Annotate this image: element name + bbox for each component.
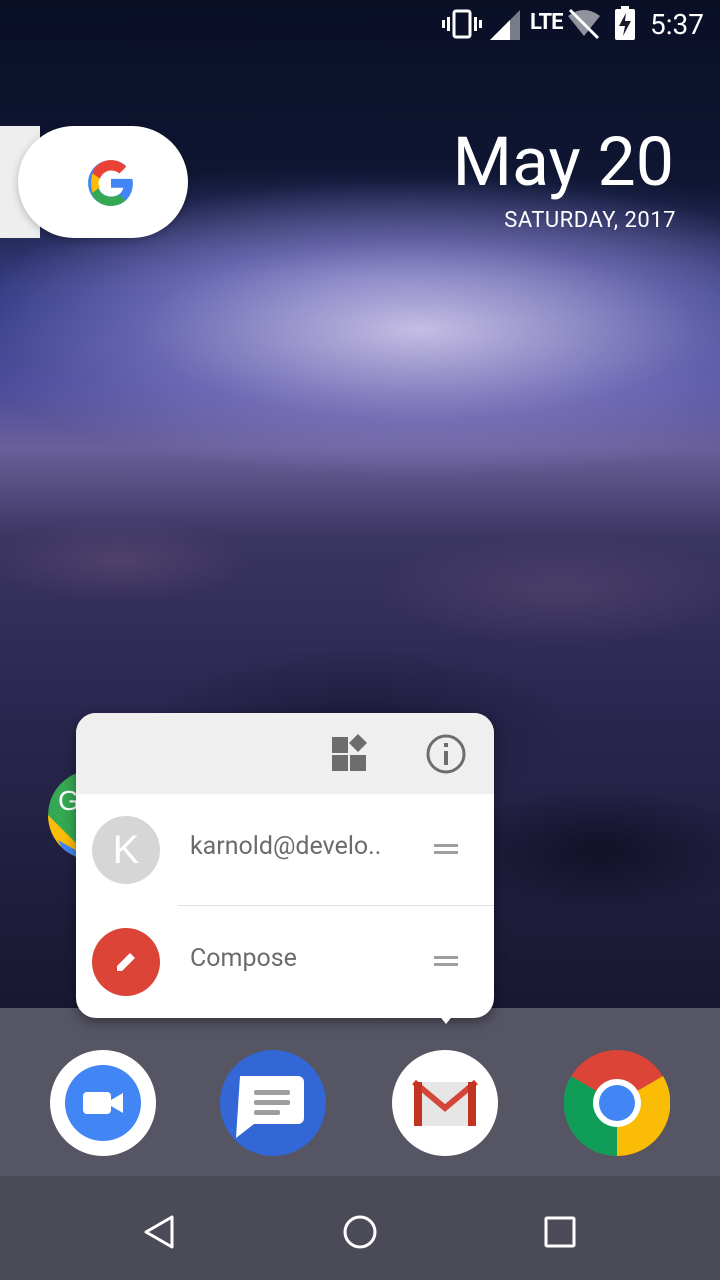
drag-handle-icon[interactable] xyxy=(434,956,458,966)
home-icon[interactable] xyxy=(332,1204,388,1260)
app-info-icon[interactable] xyxy=(425,733,467,779)
vibrate-icon xyxy=(442,8,482,44)
network-type: LTE xyxy=(530,10,563,35)
google-g-icon xyxy=(86,158,136,208)
gmail-icon[interactable] xyxy=(392,1050,498,1156)
pencil-icon xyxy=(92,928,160,996)
shortcut-label: Compose xyxy=(190,944,297,973)
account-avatar-icon: K xyxy=(92,816,160,884)
popup-pointer xyxy=(438,1014,454,1024)
day-label: SATURDAY, 2017 xyxy=(504,208,676,233)
wifi-off-icon xyxy=(566,8,602,44)
shortcut-label: karnold@develo.. xyxy=(190,832,382,861)
avatar-letter: K xyxy=(112,827,140,872)
duo-icon[interactable] xyxy=(50,1050,156,1156)
widgets-icon[interactable] xyxy=(330,733,370,777)
messages-icon[interactable] xyxy=(220,1050,326,1156)
battery-charging-icon xyxy=(614,6,636,44)
date-widget[interactable]: May 20 xyxy=(453,122,674,202)
chrome-icon[interactable] xyxy=(563,1050,671,1157)
shortcut-item-compose[interactable]: Compose xyxy=(76,906,494,1018)
clock-time: 5:37 xyxy=(650,8,704,41)
popup-header xyxy=(76,713,494,794)
shortcut-item-account[interactable]: K karnold@develo.. xyxy=(76,794,494,906)
back-icon[interactable] xyxy=(132,1204,188,1260)
drag-handle-icon[interactable] xyxy=(434,844,458,854)
recents-icon[interactable] xyxy=(532,1204,588,1260)
status-bar: LTE 5:37 xyxy=(0,0,720,48)
cell-signal-icon xyxy=(490,10,522,44)
app-shortcuts-popup: K karnold@develo.. Compose xyxy=(76,713,494,1018)
